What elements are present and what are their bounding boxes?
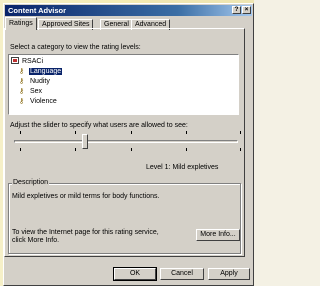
- key-icon: ⚷: [19, 88, 25, 95]
- ok-button[interactable]: OK: [113, 267, 157, 281]
- rating-slider-track[interactable]: [14, 140, 238, 143]
- description-legend: Description: [12, 179, 50, 186]
- slider-tick: [75, 131, 76, 134]
- tree-item-language[interactable]: ⚷ Language: [19, 67, 63, 76]
- cancel-button[interactable]: Cancel: [160, 268, 204, 280]
- more-info-text-line1: To view the Internet page for this ratin…: [12, 229, 159, 236]
- rsaci-icon: [11, 57, 19, 64]
- tab-ratings[interactable]: Ratings: [5, 17, 37, 30]
- slider-tick: [131, 131, 132, 134]
- key-icon: ⚷: [19, 98, 25, 105]
- level-description: Level 1: Mild expletives: [146, 164, 219, 171]
- more-info-button[interactable]: More Info...: [196, 229, 240, 241]
- close-button[interactable]: ×: [242, 6, 251, 14]
- tree-item-violence[interactable]: ⚷ Violence: [19, 97, 58, 106]
- more-info-text-line2: click More Info.: [12, 237, 60, 244]
- category-tree[interactable]: RSACi ⚷ Language ⚷ Nudity ⚷ Sex ⚷ Violence: [8, 54, 239, 115]
- tree-item-nudity[interactable]: ⚷ Nudity: [19, 77, 51, 86]
- window-title: Content Advisor: [8, 6, 67, 15]
- slider-tick: [20, 148, 21, 151]
- tree-root-rsaci[interactable]: RSACi: [11, 57, 44, 66]
- slider-tick: [20, 131, 21, 134]
- title-bar[interactable]: Content Advisor ? ×: [5, 5, 252, 16]
- slider-tick: [186, 131, 187, 134]
- key-icon: ⚷: [19, 78, 25, 85]
- description-text: Mild expletives or mild terms for body f…: [12, 193, 160, 200]
- apply-button[interactable]: Apply: [208, 268, 250, 280]
- key-icon: ⚷: [19, 68, 25, 75]
- category-prompt: Select a category to view the rating lev…: [10, 44, 141, 51]
- tree-item-sex[interactable]: ⚷ Sex: [19, 87, 43, 96]
- slider-prompt: Adjust the slider to specify what users …: [10, 122, 188, 129]
- slider-tick: [240, 148, 241, 151]
- rating-slider-thumb[interactable]: [82, 134, 88, 149]
- slider-tick: [75, 148, 76, 151]
- slider-tick: [131, 148, 132, 151]
- slider-tick: [186, 148, 187, 151]
- slider-tick: [240, 131, 241, 134]
- help-button[interactable]: ?: [232, 6, 241, 14]
